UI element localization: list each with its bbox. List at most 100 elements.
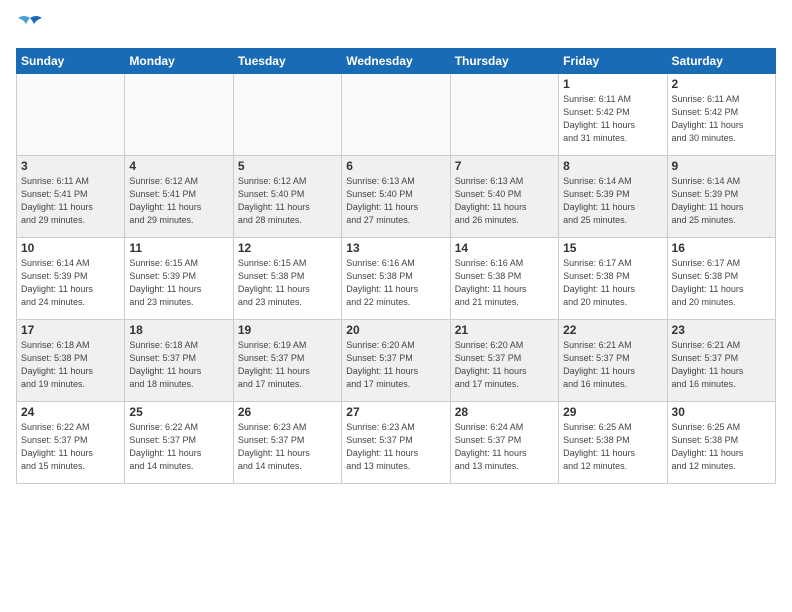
day-number: 23 xyxy=(672,323,771,337)
calendar-cell: 1 Sunrise: 6:11 AM Sunset: 5:42 PM Daylig… xyxy=(559,74,667,156)
calendar-cell: 29 Sunrise: 6:25 AM Sunset: 5:38 PM Dayli… xyxy=(559,402,667,484)
calendar-cell: 8 Sunrise: 6:14 AM Sunset: 5:39 PM Daylig… xyxy=(559,156,667,238)
day-info: Sunrise: 6:19 AM Sunset: 5:37 PM Dayligh… xyxy=(238,339,337,391)
calendar-cell: 24 Sunrise: 6:22 AM Sunset: 5:37 PM Dayli… xyxy=(17,402,125,484)
day-number: 5 xyxy=(238,159,337,173)
day-info: Sunrise: 6:14 AM Sunset: 5:39 PM Dayligh… xyxy=(563,175,662,227)
day-info: Sunrise: 6:21 AM Sunset: 5:37 PM Dayligh… xyxy=(672,339,771,391)
day-info: Sunrise: 6:24 AM Sunset: 5:37 PM Dayligh… xyxy=(455,421,554,473)
page: SundayMondayTuesdayWednesdayThursdayFrid… xyxy=(0,0,792,612)
day-info: Sunrise: 6:16 AM Sunset: 5:38 PM Dayligh… xyxy=(455,257,554,309)
calendar-cell: 23 Sunrise: 6:21 AM Sunset: 5:37 PM Dayli… xyxy=(667,320,775,402)
day-number: 27 xyxy=(346,405,445,419)
calendar-cell: 19 Sunrise: 6:19 AM Sunset: 5:37 PM Dayli… xyxy=(233,320,341,402)
calendar-cell: 15Sunrise: 6:17 AM Sunset: 5:38 PM Dayli… xyxy=(559,238,667,320)
calendar-cell: 10 Sunrise: 6:14 AM Sunset: 5:39 PM Dayli… xyxy=(17,238,125,320)
day-info: Sunrise: 6:20 AM Sunset: 5:37 PM Dayligh… xyxy=(346,339,445,391)
day-info: Sunrise: 6:22 AM Sunset: 5:37 PM Dayligh… xyxy=(129,421,228,473)
calendar-cell: 17 Sunrise: 6:18 AM Sunset: 5:38 PM Dayli… xyxy=(17,320,125,402)
day-info: Sunrise: 6:15 AM Sunset: 5:38 PM Dayligh… xyxy=(238,257,337,309)
day-info: Sunrise: 6:23 AM Sunset: 5:37 PM Dayligh… xyxy=(346,421,445,473)
day-number: 7 xyxy=(455,159,554,173)
calendar-cell xyxy=(17,74,125,156)
day-info: Sunrise: 6:12 AM Sunset: 5:41 PM Dayligh… xyxy=(129,175,228,227)
calendar-cell: 13 Sunrise: 6:16 AM Sunset: 5:38 PM Dayli… xyxy=(342,238,450,320)
week-row-3: 10 Sunrise: 6:14 AM Sunset: 5:39 PM Dayli… xyxy=(17,238,776,320)
logo-icon xyxy=(16,12,44,40)
calendar-cell: 4Sunrise: 6:12 AM Sunset: 5:41 PM Daylig… xyxy=(125,156,233,238)
day-info: Sunrise: 6:16 AM Sunset: 5:38 PM Dayligh… xyxy=(346,257,445,309)
day-info: Sunrise: 6:22 AM Sunset: 5:37 PM Dayligh… xyxy=(21,421,120,473)
day-number: 17 xyxy=(21,323,120,337)
day-info: Sunrise: 6:14 AM Sunset: 5:39 PM Dayligh… xyxy=(672,175,771,227)
calendar-cell: 20 Sunrise: 6:20 AM Sunset: 5:37 PM Dayli… xyxy=(342,320,450,402)
weekday-header-row: SundayMondayTuesdayWednesdayThursdayFrid… xyxy=(17,49,776,74)
day-number: 29 xyxy=(563,405,662,419)
week-row-5: 24 Sunrise: 6:22 AM Sunset: 5:37 PM Dayli… xyxy=(17,402,776,484)
day-number: 14 xyxy=(455,241,554,255)
calendar-cell: 9 Sunrise: 6:14 AM Sunset: 5:39 PM Daylig… xyxy=(667,156,775,238)
calendar-cell: 12 Sunrise: 6:15 AM Sunset: 5:38 PM Dayli… xyxy=(233,238,341,320)
day-info: Sunrise: 6:18 AM Sunset: 5:38 PM Dayligh… xyxy=(21,339,120,391)
calendar-cell: 28Sunrise: 6:24 AM Sunset: 5:37 PM Dayli… xyxy=(450,402,558,484)
calendar-cell: 6Sunrise: 6:13 AM Sunset: 5:40 PM Daylig… xyxy=(342,156,450,238)
day-number: 8 xyxy=(563,159,662,173)
day-info: Sunrise: 6:15 AM Sunset: 5:39 PM Dayligh… xyxy=(129,257,228,309)
day-number: 20 xyxy=(346,323,445,337)
calendar-cell: 16Sunrise: 6:17 AM Sunset: 5:38 PM Dayli… xyxy=(667,238,775,320)
day-number: 30 xyxy=(672,405,771,419)
weekday-header-tuesday: Tuesday xyxy=(233,49,341,74)
weekday-header-thursday: Thursday xyxy=(450,49,558,74)
logo xyxy=(16,12,48,40)
calendar-cell: 2 Sunrise: 6:11 AM Sunset: 5:42 PM Daylig… xyxy=(667,74,775,156)
day-info: Sunrise: 6:25 AM Sunset: 5:38 PM Dayligh… xyxy=(563,421,662,473)
week-row-4: 17 Sunrise: 6:18 AM Sunset: 5:38 PM Dayli… xyxy=(17,320,776,402)
day-info: Sunrise: 6:25 AM Sunset: 5:38 PM Dayligh… xyxy=(672,421,771,473)
calendar-cell: 26 Sunrise: 6:23 AM Sunset: 5:37 PM Dayli… xyxy=(233,402,341,484)
day-info: Sunrise: 6:18 AM Sunset: 5:37 PM Dayligh… xyxy=(129,339,228,391)
day-number: 12 xyxy=(238,241,337,255)
day-info: Sunrise: 6:14 AM Sunset: 5:39 PM Dayligh… xyxy=(21,257,120,309)
day-number: 16 xyxy=(672,241,771,255)
weekday-header-sunday: Sunday xyxy=(17,49,125,74)
calendar-cell: 21 Sunrise: 6:20 AM Sunset: 5:37 PM Dayli… xyxy=(450,320,558,402)
day-number: 24 xyxy=(21,405,120,419)
calendar-cell: 11 Sunrise: 6:15 AM Sunset: 5:39 PM Dayli… xyxy=(125,238,233,320)
week-row-1: 1 Sunrise: 6:11 AM Sunset: 5:42 PM Daylig… xyxy=(17,74,776,156)
day-number: 3 xyxy=(21,159,120,173)
weekday-header-friday: Friday xyxy=(559,49,667,74)
day-info: Sunrise: 6:20 AM Sunset: 5:37 PM Dayligh… xyxy=(455,339,554,391)
day-number: 13 xyxy=(346,241,445,255)
day-info: Sunrise: 6:11 AM Sunset: 5:42 PM Dayligh… xyxy=(563,93,662,145)
day-number: 9 xyxy=(672,159,771,173)
header xyxy=(16,12,776,40)
calendar-cell: 30 Sunrise: 6:25 AM Sunset: 5:38 PM Dayli… xyxy=(667,402,775,484)
calendar-cell xyxy=(342,74,450,156)
weekday-header-saturday: Saturday xyxy=(667,49,775,74)
day-number: 22 xyxy=(563,323,662,337)
day-number: 18 xyxy=(129,323,228,337)
calendar-cell xyxy=(233,74,341,156)
day-info: Sunrise: 6:23 AM Sunset: 5:37 PM Dayligh… xyxy=(238,421,337,473)
day-info: Sunrise: 6:17 AM Sunset: 5:38 PM Dayligh… xyxy=(563,257,662,309)
weekday-header-monday: Monday xyxy=(125,49,233,74)
calendar-cell: 22Sunrise: 6:21 AM Sunset: 5:37 PM Dayli… xyxy=(559,320,667,402)
day-info: Sunrise: 6:13 AM Sunset: 5:40 PM Dayligh… xyxy=(455,175,554,227)
weekday-header-wednesday: Wednesday xyxy=(342,49,450,74)
day-number: 11 xyxy=(129,241,228,255)
calendar: SundayMondayTuesdayWednesdayThursdayFrid… xyxy=(16,48,776,484)
calendar-cell: 5 Sunrise: 6:12 AM Sunset: 5:40 PM Daylig… xyxy=(233,156,341,238)
day-number: 26 xyxy=(238,405,337,419)
day-number: 2 xyxy=(672,77,771,91)
day-number: 10 xyxy=(21,241,120,255)
day-number: 19 xyxy=(238,323,337,337)
day-number: 1 xyxy=(563,77,662,91)
calendar-cell: 14 Sunrise: 6:16 AM Sunset: 5:38 PM Dayli… xyxy=(450,238,558,320)
day-info: Sunrise: 6:12 AM Sunset: 5:40 PM Dayligh… xyxy=(238,175,337,227)
calendar-cell xyxy=(125,74,233,156)
calendar-cell xyxy=(450,74,558,156)
day-info: Sunrise: 6:11 AM Sunset: 5:42 PM Dayligh… xyxy=(672,93,771,145)
day-number: 21 xyxy=(455,323,554,337)
calendar-cell: 27 Sunrise: 6:23 AM Sunset: 5:37 PM Dayli… xyxy=(342,402,450,484)
day-number: 25 xyxy=(129,405,228,419)
